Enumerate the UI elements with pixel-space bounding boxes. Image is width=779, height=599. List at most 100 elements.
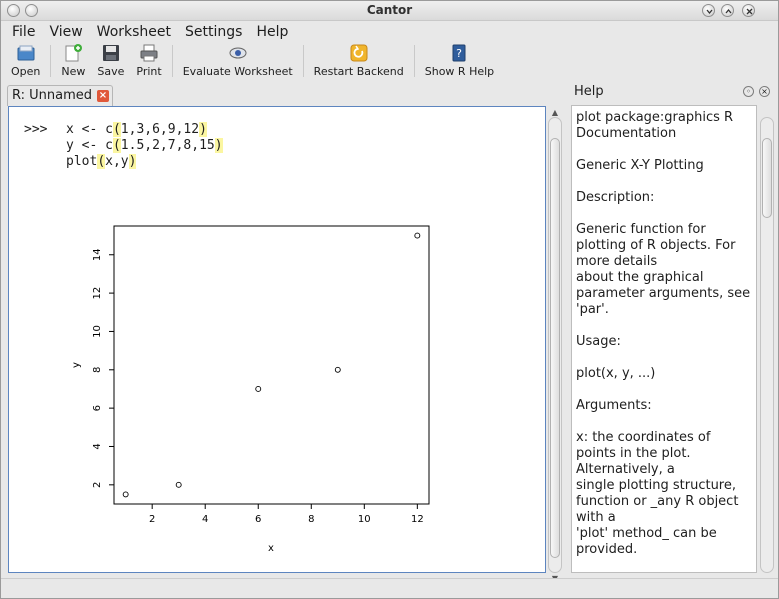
print-label: Print bbox=[136, 65, 162, 78]
save-button[interactable]: Save bbox=[91, 43, 130, 81]
help-line: parameter arguments, see bbox=[576, 286, 751, 301]
show-r-help-button[interactable]: ? Show R Help bbox=[419, 43, 500, 81]
restart-icon bbox=[350, 44, 368, 62]
menu-settings[interactable]: Settings bbox=[178, 22, 249, 42]
help-line bbox=[576, 382, 752, 398]
close-window-icon[interactable] bbox=[742, 4, 755, 17]
code-text: plot bbox=[66, 154, 98, 169]
print-button[interactable]: Print bbox=[130, 43, 167, 81]
code-text: y <- c bbox=[66, 138, 113, 153]
plot-frame bbox=[113, 225, 430, 505]
code-line[interactable]: plot(x,y) bbox=[66, 154, 137, 169]
close-panel-icon[interactable]: × bbox=[759, 86, 770, 97]
help-line: Documentation bbox=[576, 126, 677, 141]
toolbar: Open New Save Print Evaluate Worksheet R… bbox=[5, 43, 500, 81]
y-tick-label: 2 bbox=[92, 482, 103, 488]
open-icon bbox=[17, 45, 35, 61]
evaluate-label: Evaluate Worksheet bbox=[182, 65, 293, 78]
worksheet-scrollbar[interactable] bbox=[548, 117, 562, 573]
toolbar-separator bbox=[413, 45, 415, 77]
help-line: plot(x, y, ...) bbox=[576, 366, 656, 381]
code-args: 1.5,2,7,8,15 bbox=[120, 138, 215, 153]
prompt-marker: >>> bbox=[24, 122, 48, 137]
toolbar-separator bbox=[302, 45, 304, 77]
window-title: Cantor bbox=[366, 3, 413, 17]
help-line: plotting of R objects. For bbox=[576, 238, 736, 253]
evaluate-worksheet-button[interactable]: Evaluate Worksheet bbox=[177, 43, 299, 81]
open-button[interactable]: Open bbox=[5, 43, 46, 81]
help-panel-header: Help ◦ × bbox=[571, 81, 777, 103]
data-point bbox=[414, 232, 421, 239]
paren-open: ( bbox=[112, 122, 121, 137]
data-point bbox=[334, 366, 341, 373]
help-line: Alternatively, a bbox=[576, 462, 675, 477]
open-label: Open bbox=[11, 65, 41, 78]
save-icon bbox=[102, 45, 119, 61]
help-line: Generic X-Y Plotting bbox=[576, 158, 704, 173]
close-tab-icon[interactable]: × bbox=[97, 90, 109, 102]
paren-open: ( bbox=[97, 154, 106, 169]
help-line: Arguments: bbox=[576, 398, 652, 413]
y-tick-label: 4 bbox=[92, 443, 103, 449]
x-tick-label: 10 bbox=[358, 514, 371, 525]
help-line: provided. bbox=[576, 542, 638, 557]
code-text: x <- c bbox=[66, 122, 113, 137]
menu-view[interactable]: View bbox=[42, 22, 89, 42]
paren-open: ( bbox=[112, 138, 121, 153]
help-line: function or _any R object bbox=[576, 494, 739, 509]
y-tick-label: 10 bbox=[92, 325, 103, 338]
x-tick-label: 2 bbox=[149, 514, 155, 525]
help-panel-title: Help bbox=[574, 84, 604, 99]
help-line: more details bbox=[576, 254, 658, 269]
scrollbar-thumb[interactable] bbox=[762, 138, 772, 218]
help-line: 'par'. bbox=[576, 302, 609, 317]
help-line: Description: bbox=[576, 190, 655, 205]
maximize-icon[interactable] bbox=[721, 4, 734, 17]
minimize-icon[interactable] bbox=[702, 4, 715, 17]
y-axis-label: y bbox=[71, 362, 82, 368]
paren-close: ) bbox=[199, 122, 207, 137]
tab-label: R: Unnamed bbox=[12, 88, 93, 103]
new-button[interactable]: New bbox=[55, 43, 91, 81]
tab-r-unnamed[interactable]: R: Unnamed × bbox=[7, 85, 113, 106]
x-tick-label: 6 bbox=[255, 514, 261, 525]
print-icon bbox=[140, 44, 158, 62]
paren-close: ) bbox=[128, 154, 137, 169]
help-line: x: the coordinates of bbox=[576, 430, 711, 445]
code-args: x,y bbox=[105, 154, 129, 169]
x-axis: 2 4 6 8 10 12 bbox=[149, 504, 424, 525]
code-args: 1,3,6,9,12 bbox=[120, 122, 200, 137]
help-panel[interactable]: plot package:graphics R Documentation Gene… bbox=[571, 105, 757, 573]
worksheet-area[interactable]: >>> x <- c(1,3,6,9,12) y <- c(1.5,2,7,8,… bbox=[8, 106, 546, 573]
data-point bbox=[122, 491, 129, 498]
restart-label: Restart Backend bbox=[313, 65, 404, 78]
help-line: single plotting structure, bbox=[576, 478, 736, 493]
code-line[interactable]: x <- c(1,3,6,9,12) bbox=[66, 122, 207, 137]
menu-help[interactable]: Help bbox=[249, 22, 295, 42]
restart-backend-button[interactable]: Restart Backend bbox=[308, 43, 410, 81]
help-line bbox=[576, 318, 752, 334]
code-line[interactable]: y <- c(1.5,2,7,8,15) bbox=[66, 138, 223, 153]
y-tick-label: 14 bbox=[92, 248, 103, 261]
y-axis: 2 4 6 8 10 12 14 bbox=[92, 248, 114, 488]
help-line: plot package:graphics R bbox=[576, 110, 734, 125]
menu-worksheet[interactable]: Worksheet bbox=[90, 22, 178, 42]
help-scrollbar[interactable] bbox=[760, 117, 774, 573]
help-book-icon: ? bbox=[452, 44, 466, 62]
status-bar bbox=[1, 578, 778, 598]
help-line: about the graphical bbox=[576, 270, 704, 285]
title-bar[interactable]: Cantor bbox=[1, 1, 778, 21]
data-point bbox=[175, 481, 182, 488]
scatter-plot: 2 4 6 8 10 12 2 4 6 8 10 12 14 x y bbox=[71, 225, 430, 554]
menu-file[interactable]: File bbox=[5, 22, 42, 42]
float-panel-icon[interactable]: ◦ bbox=[743, 86, 754, 97]
help-line: with a bbox=[576, 510, 616, 525]
help-line: points in the plot. bbox=[576, 446, 691, 461]
x-tick-label: 8 bbox=[308, 514, 314, 525]
help-line: 'plot' method_ can be bbox=[576, 526, 717, 541]
new-label: New bbox=[61, 65, 86, 78]
help-line bbox=[576, 142, 752, 158]
x-tick-label: 4 bbox=[202, 514, 208, 525]
scrollbar-thumb[interactable] bbox=[550, 138, 560, 558]
y-tick-label: 6 bbox=[92, 405, 103, 411]
